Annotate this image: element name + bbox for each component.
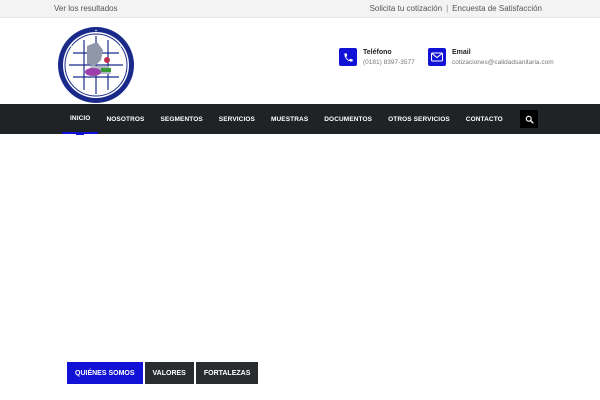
nav-item-contacto[interactable]: CONTACTO bbox=[458, 104, 511, 134]
results-link[interactable]: Ver los resultados bbox=[54, 4, 118, 13]
phone-number[interactable]: (0181) 8397-3577 bbox=[363, 58, 415, 68]
main-navigation: INICIO NOSOTROS SEGMENTOS SERVICIOS MUES… bbox=[0, 104, 600, 135]
nav-item-documentos[interactable]: DOCUMENTOS bbox=[316, 104, 380, 134]
tab-quienes-somos[interactable]: QUIÉNES SOMOS bbox=[67, 362, 143, 384]
nav-item-label: MUESTRAS bbox=[270, 115, 309, 123]
tab-fortalezas[interactable]: FORTALEZAS bbox=[195, 362, 259, 384]
nav-item-servicios[interactable]: SERVICIOS bbox=[211, 104, 263, 134]
nav-item-segmentos[interactable]: SEGMENTOS bbox=[152, 104, 210, 134]
search-icon bbox=[525, 115, 534, 124]
nav-item-label: SEGMENTOS bbox=[160, 115, 203, 123]
email-contact: Email cotizaciones@calidadsanitaria.com bbox=[428, 48, 554, 68]
nav-item-muestras[interactable]: MUESTRAS bbox=[263, 104, 316, 134]
nav-item-label: NOSOTROS bbox=[106, 115, 145, 123]
nav-item-label: SERVICIOS bbox=[218, 115, 255, 123]
nav-menu: INICIO NOSOTROS SEGMENTOS SERVICIOS MUES… bbox=[62, 104, 511, 135]
organization-seal-logo[interactable] bbox=[57, 26, 135, 104]
phone-label: Teléfono bbox=[363, 49, 392, 56]
about-tabs: QUIÉNES SOMOS VALORES FORTALEZAS bbox=[67, 362, 259, 384]
search-button[interactable] bbox=[520, 110, 538, 128]
top-bar-links: Solicita tu cotización | Encuesta de Sat… bbox=[370, 4, 542, 13]
nav-item-label: OTROS SERVICIOS bbox=[388, 115, 450, 123]
quote-request-link[interactable]: Solicita tu cotización bbox=[370, 4, 442, 13]
site-header: Teléfono (0181) 8397-3577 Email cotizaci… bbox=[0, 18, 600, 104]
email-label: Email bbox=[452, 49, 471, 56]
phone-icon bbox=[339, 48, 357, 66]
phone-contact: Teléfono (0181) 8397-3577 bbox=[339, 48, 415, 68]
tab-valores[interactable]: VALORES bbox=[144, 362, 194, 384]
nav-item-label: CONTACTO bbox=[465, 115, 503, 123]
nav-item-label: DOCUMENTOS bbox=[324, 115, 373, 123]
nav-item-otros-servicios[interactable]: OTROS SERVICIOS bbox=[380, 104, 458, 134]
nav-item-label: INICIO bbox=[70, 114, 91, 122]
satisfaction-survey-link[interactable]: Encuesta de Satisfacción bbox=[452, 4, 542, 13]
email-address[interactable]: cotizaciones@calidadsanitaria.com bbox=[452, 58, 554, 68]
nav-item-inicio[interactable]: INICIO bbox=[62, 104, 99, 135]
nav-item-nosotros[interactable]: NOSOTROS bbox=[98, 104, 152, 134]
top-bar-separator: | bbox=[446, 4, 449, 13]
top-bar: Ver los resultados Solicita tu cotizació… bbox=[0, 0, 600, 18]
envelope-icon bbox=[428, 48, 446, 66]
